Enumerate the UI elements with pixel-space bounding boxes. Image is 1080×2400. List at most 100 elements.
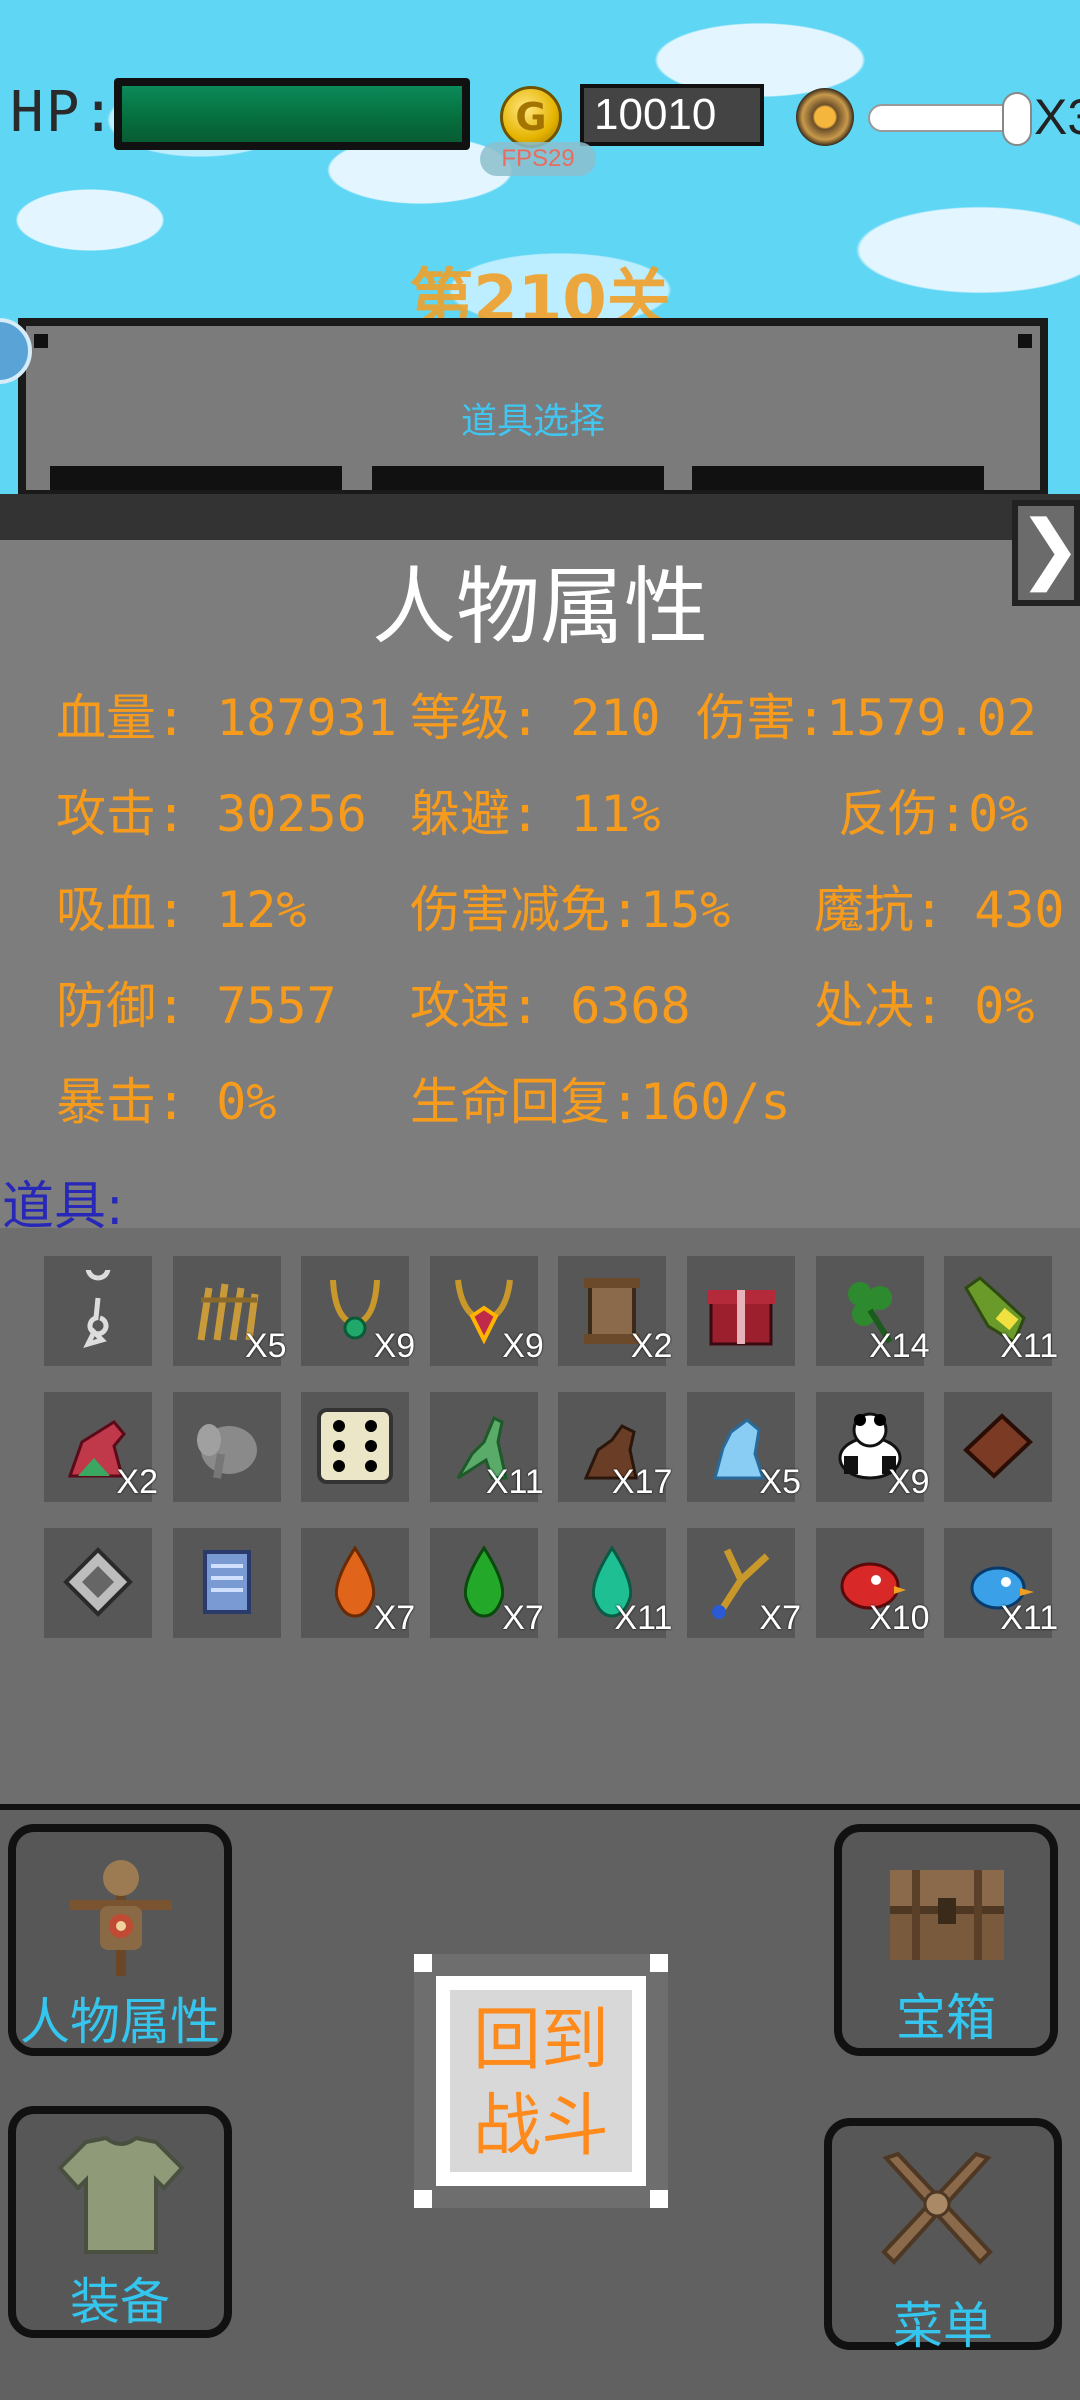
item-count: X2: [116, 1463, 158, 1501]
stat-crit: 暴击: 0%: [56, 1073, 277, 1131]
item-slot[interactable]: X11: [429, 1392, 544, 1502]
item-slot[interactable]: [687, 1256, 795, 1366]
chest-nav-button[interactable]: 宝箱: [834, 1824, 1058, 2056]
button-corner: [414, 2190, 432, 2208]
stat-lifesteal: 吸血: 12%: [56, 881, 307, 939]
stat-execute: 处决: 0%: [814, 977, 1035, 1035]
fps-counter: FPS29: [480, 142, 596, 176]
item-count: X14: [869, 1327, 930, 1365]
crossed-swords-icon: [881, 2151, 993, 2265]
attributes-nav-button[interactable]: 人物属性: [8, 1824, 232, 2056]
item-slot[interactable]: [172, 1392, 281, 1502]
item-select-title: 道具选择: [460, 401, 605, 442]
item-slot[interactable]: [172, 1528, 281, 1638]
chest-nav-label: 宝箱: [896, 1989, 996, 2047]
scarecrow-icon: [70, 1860, 172, 1976]
button-corner: [414, 1954, 432, 1972]
chain-icon: [83, 1270, 111, 1348]
item-count: X5: [759, 1463, 801, 1501]
item-slot[interactable]: X5: [172, 1256, 287, 1366]
speed-slider-knob[interactable]: [1002, 92, 1032, 146]
item-slot[interactable]: X11: [944, 1256, 1058, 1366]
item-count: X7: [759, 1599, 801, 1637]
gold-amount: 10010: [580, 84, 764, 146]
item-select-slot[interactable]: [372, 466, 664, 490]
item-slot[interactable]: X7: [429, 1528, 544, 1638]
item-count: X9: [888, 1463, 930, 1501]
return-label-line2: 战斗: [472, 2087, 609, 2166]
item-slot[interactable]: X11: [944, 1528, 1058, 1638]
treasure-chest-icon: [890, 1870, 1004, 1960]
item-count: X9: [373, 1327, 416, 1365]
item-count: X7: [502, 1599, 544, 1637]
item-count: X7: [373, 1599, 416, 1637]
item-count: X11: [614, 1599, 673, 1637]
stat-dodge: 躲避: 11%: [410, 785, 661, 843]
panel-corner: [34, 334, 48, 348]
speed-gear-icon: [796, 88, 854, 146]
hp-bar-fill: [122, 86, 462, 142]
speed-slider[interactable]: [868, 104, 1018, 132]
item-slot[interactable]: [44, 1256, 152, 1366]
return-label-line1: 回到: [472, 2001, 609, 2080]
speed-multiplier: X3: [1034, 89, 1080, 145]
gift-box-icon: [707, 1290, 775, 1346]
item-slot[interactable]: X5: [687, 1392, 801, 1502]
item-slot[interactable]: X10: [815, 1528, 930, 1638]
item-slot[interactable]: X9: [301, 1256, 415, 1366]
items-grid: X5 X9 X9 X2 X14 X11 X2 X11 X17 X5 X9 X7 X7 X11 X7 X10 X1…: [0, 1228, 1080, 1810]
hp-label: HP:: [10, 80, 118, 145]
blue-scroll-icon: [202, 1550, 251, 1614]
stat-defense: 防御: 7557: [56, 977, 337, 1035]
item-slot[interactable]: X14: [815, 1256, 930, 1366]
item-count: X9: [502, 1327, 544, 1365]
item-count: X10: [869, 1599, 930, 1637]
elephant-icon: [196, 1424, 257, 1479]
item-slot[interactable]: X7: [687, 1528, 801, 1638]
button-corner: [650, 1954, 668, 1972]
attributes-title: 人物属性: [371, 558, 708, 656]
item-count: X5: [245, 1327, 287, 1365]
stat-attack: 攻击: 30256: [56, 785, 367, 843]
panel-corner: [1018, 334, 1032, 348]
menu-nav-label: 菜单: [893, 2297, 993, 2355]
stat-damage: 伤害:1579.02: [696, 689, 1037, 747]
stat-attack-speed: 攻速: 6368: [410, 977, 691, 1035]
stat-magic-resist: 魔抗: 430: [814, 881, 1065, 939]
attributes-panel: ❯ 人物属性 血量: 187931 等级: 210 伤害:1579.02 攻击:…: [0, 494, 1080, 1822]
tunic-icon: [57, 2135, 185, 2254]
stat-thorns: 反伤:0%: [838, 785, 1029, 843]
item-slot[interactable]: [944, 1392, 1053, 1502]
stat-level: 等级: 210: [410, 689, 661, 747]
button-corner: [650, 2190, 668, 2208]
item-select-slot[interactable]: [692, 466, 984, 490]
stat-damage-reduction: 伤害减免:15%: [410, 881, 731, 939]
stat-hp: 血量: 187931: [56, 689, 397, 747]
item-slot[interactable]: [44, 1528, 152, 1638]
item-slot[interactable]: X11: [558, 1528, 672, 1638]
stat-regen: 生命回复:160/s: [410, 1073, 791, 1131]
equipment-nav-button[interactable]: 装备: [8, 2106, 232, 2338]
dice-icon: [317, 1408, 394, 1484]
hp-bar: [114, 78, 470, 150]
item-count: X11: [1000, 1327, 1059, 1365]
attributes-nav-label: 人物属性: [20, 1993, 220, 2051]
item-slot[interactable]: X17: [558, 1392, 672, 1502]
item-slot[interactable]: X2: [44, 1392, 158, 1502]
return-button-label: 回到 战斗: [414, 1998, 668, 2170]
panel-top-bar: [0, 494, 1080, 540]
item-slot[interactable]: [301, 1392, 410, 1502]
item-count: X11: [485, 1463, 544, 1501]
menu-nav-button[interactable]: 菜单: [824, 2118, 1062, 2355]
item-slot[interactable]: X7: [301, 1528, 415, 1638]
item-select-slot[interactable]: [50, 466, 342, 490]
item-count: X2: [630, 1327, 673, 1365]
gold-coin-icon: G: [500, 86, 562, 148]
return-to-battle-button[interactable]: 回到 战斗: [414, 1954, 668, 2208]
equipment-nav-label: 装备: [70, 2273, 170, 2331]
item-slot[interactable]: X2: [558, 1256, 672, 1366]
item-select-panel: 道具选择: [18, 318, 1048, 498]
item-slot[interactable]: X9: [429, 1256, 544, 1366]
item-count: X17: [611, 1463, 673, 1501]
item-slot[interactable]: X9: [815, 1392, 930, 1502]
